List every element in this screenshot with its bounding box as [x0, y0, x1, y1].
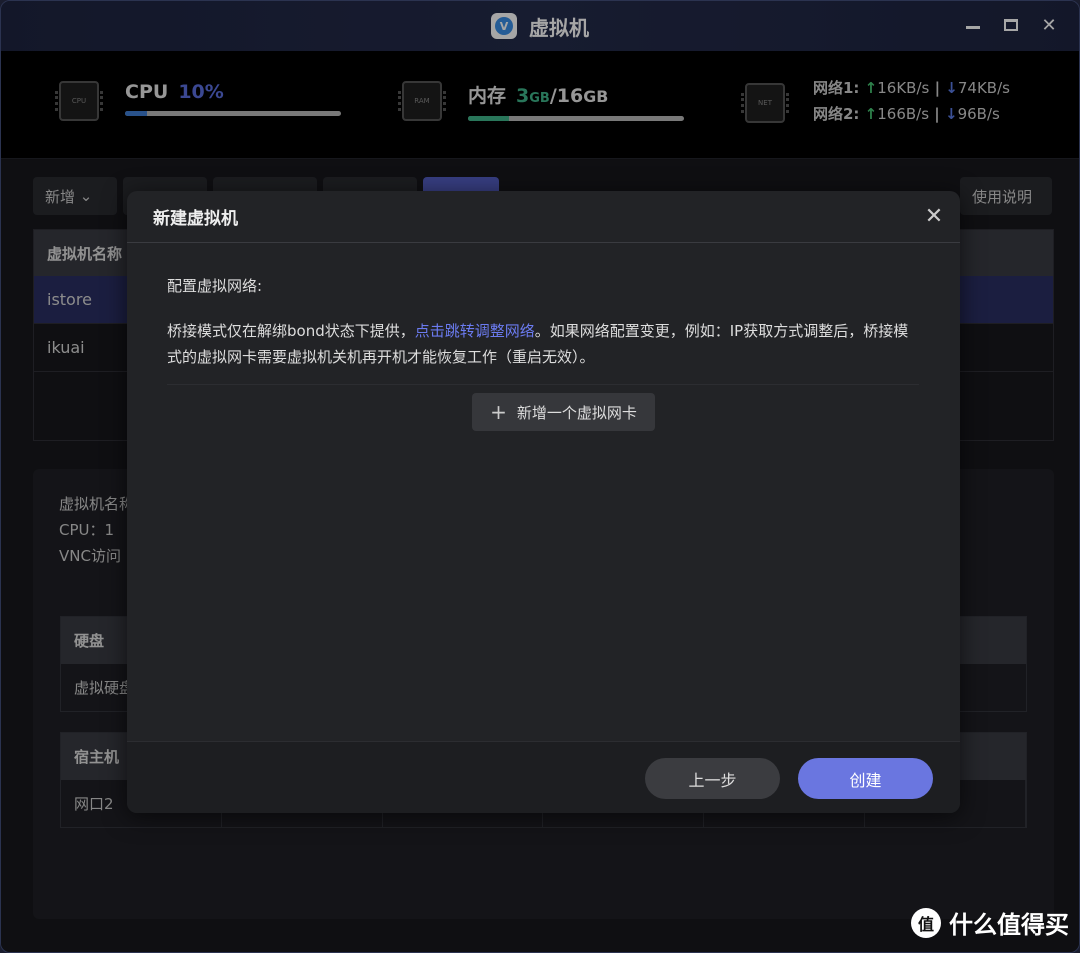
- dialog-close-button[interactable]: ✕: [922, 205, 946, 229]
- close-icon: ✕: [924, 204, 944, 229]
- dialog-footer: 上一步 创建: [127, 741, 960, 813]
- bridge-mode-notice: 桥接模式仅在解绑bond状态下提供，点击跳转调整网络。如果网络配置变更，例如：I…: [167, 318, 919, 385]
- add-virtual-nic-button[interactable]: + 新增一个虚拟网卡: [472, 393, 655, 431]
- new-vm-dialog: 新建虚拟机 ✕ 配置虚拟网络: 桥接模式仅在解绑bond状态下提供，点击跳转调整…: [127, 191, 960, 813]
- watermark-logo-icon: 值: [911, 907, 941, 938]
- watermark-text: 什么值得买: [949, 911, 1069, 939]
- watermark: 值 什么值得买: [911, 905, 1069, 940]
- previous-step-button[interactable]: 上一步: [645, 758, 780, 799]
- dialog-header: 新建虚拟机 ✕: [127, 191, 960, 243]
- app-window: V 虚拟机 ✕ CPU CPU 10% RAM 内存 3GB/16GB NET …: [0, 0, 1080, 953]
- dialog-body: 配置虚拟网络: 桥接模式仅在解绑bond状态下提供，点击跳转调整网络。如果网络配…: [127, 243, 960, 385]
- adjust-network-link[interactable]: 点击跳转调整网络: [415, 322, 535, 340]
- dialog-title: 新建虚拟机: [153, 209, 238, 229]
- plus-icon: +: [490, 400, 507, 424]
- create-button[interactable]: 创建: [798, 758, 933, 799]
- network-section-label: 配置虚拟网络:: [167, 277, 263, 295]
